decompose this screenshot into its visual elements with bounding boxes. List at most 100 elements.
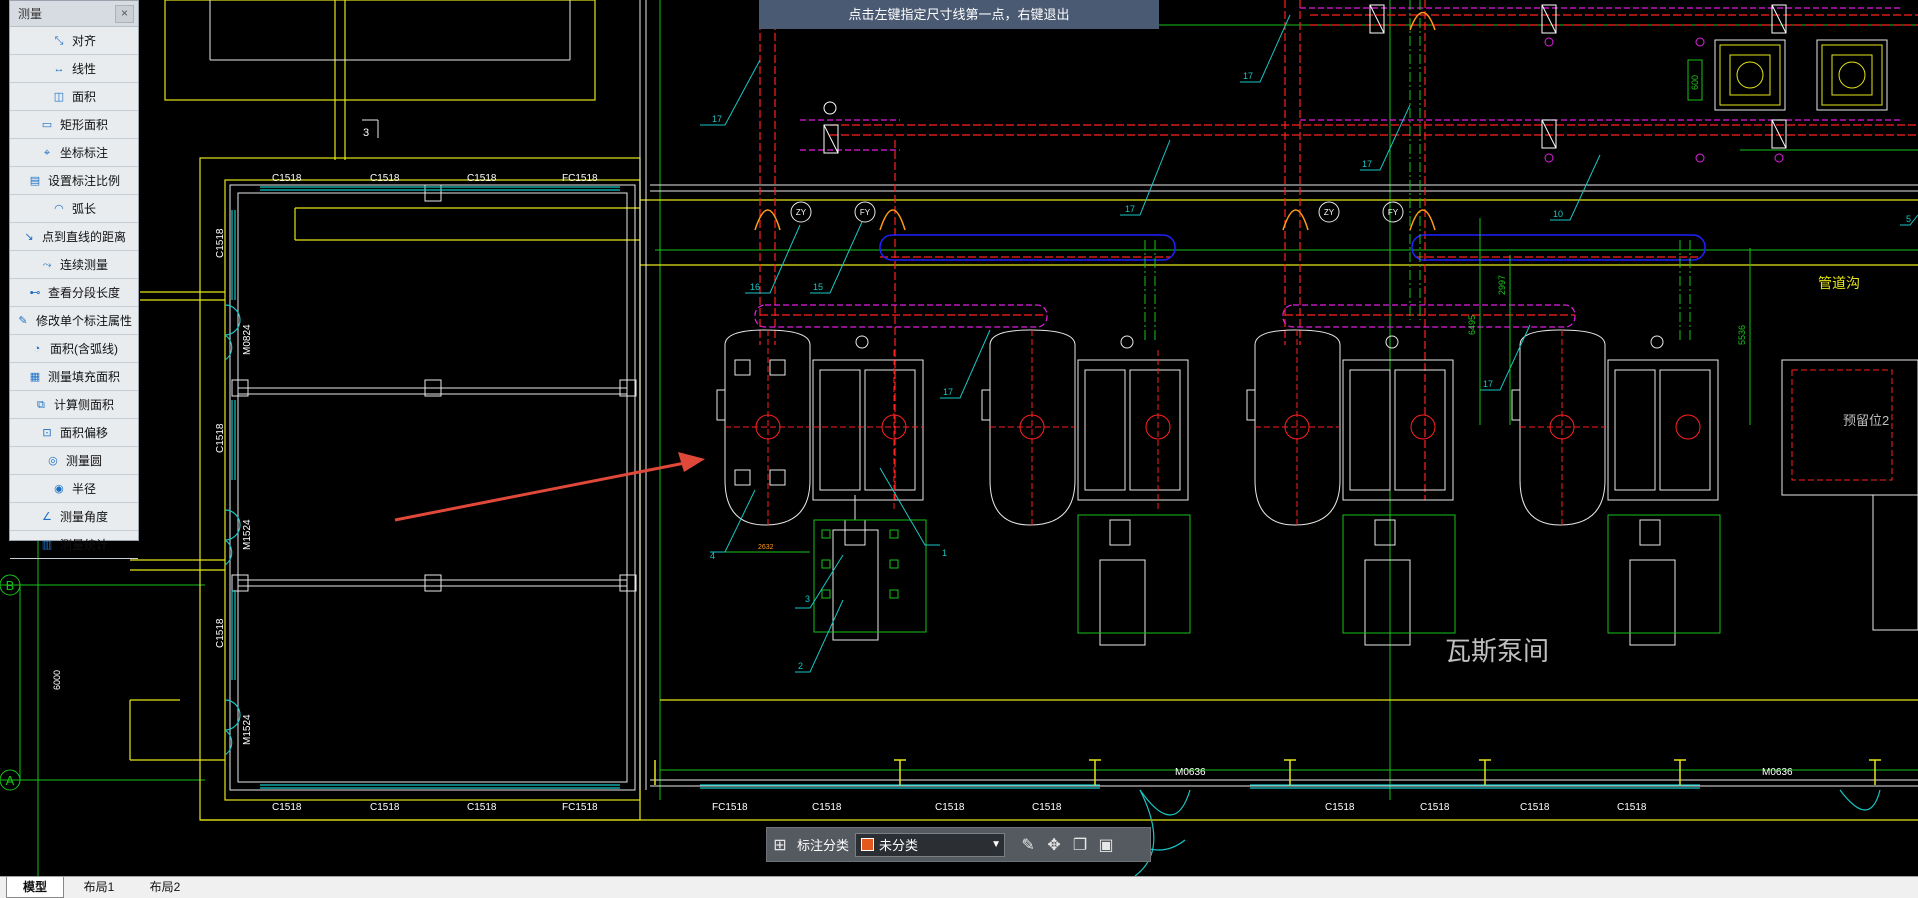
leader-label: 16 — [750, 282, 760, 292]
leader-label: 15 — [813, 282, 823, 292]
category-value: 未分类 — [879, 838, 919, 853]
tool-label: 面积 — [71, 89, 96, 104]
chevron-down-icon: ▼ — [991, 839, 1001, 850]
tool-label: 设置标注比例 — [47, 173, 120, 188]
tool-linear-dim[interactable]: ↔ 线性 — [10, 55, 138, 83]
tool-label: 点到直线的距离 — [41, 229, 126, 244]
axis-b-label: B — [6, 578, 15, 593]
measure-panel-header[interactable]: 测量 × — [10, 1, 138, 27]
tag-fy: FY — [1388, 208, 1399, 217]
measure-panel: 测量 × ⤡ 对齐 ↔ 线性 ◫ 面积 ▭ 矩形面积 ⌖ 坐标标注 ▤ 设置标注比例 ◠ 弧长 ↘ 点到直线的… — [9, 0, 139, 559]
window-label: C1518 — [370, 802, 400, 813]
window-label: FC1518 — [562, 173, 598, 184]
tool-label: 对齐 — [71, 33, 96, 48]
dim-6000: 6000 — [52, 670, 62, 690]
close-icon[interactable]: × — [115, 5, 134, 23]
tool-side-area[interactable]: ⧉ 计算侧面积 — [10, 391, 138, 419]
cad-drawing-canvas[interactable]: B A 6000 3 C1518 C1518 C1518 FC1518 C151… — [0, 0, 1918, 876]
edit-icon[interactable]: ✎ — [1015, 835, 1041, 855]
tool-label: 矩形面积 — [59, 117, 108, 132]
tool-arc-length[interactable]: ◠ 弧长 — [10, 195, 138, 223]
leader-label: 17 — [943, 387, 953, 397]
leader-label: 5 — [1906, 214, 1911, 224]
arc-area-icon: ◔ — [33, 342, 41, 355]
window-label: C1518 — [1032, 802, 1062, 813]
arc-length-icon: ◠ — [54, 202, 64, 215]
tool-segment-length[interactable]: ⊷ 查看分段长度 — [10, 279, 138, 307]
dim-5536: 5536 — [1737, 325, 1747, 345]
tool-label: 连续测量 — [59, 257, 108, 272]
tab-layout2[interactable]: 布局2 — [136, 877, 194, 897]
door-label: M1524 — [242, 714, 253, 745]
dim-600: 600 — [1690, 75, 1700, 90]
leader-label: 1 — [942, 548, 947, 558]
rect-area-icon: ▭ — [41, 118, 53, 131]
side-area-icon: ⧉ — [37, 398, 45, 411]
leader-label: 10 — [1553, 209, 1563, 219]
tab-model[interactable]: 模型 — [6, 877, 64, 898]
red-arrow-annotation — [394, 452, 705, 522]
paste-icon[interactable]: ▣ — [1093, 835, 1119, 855]
tool-radius[interactable]: ◉ 半径 — [10, 475, 138, 503]
leader-label: 17 — [1243, 71, 1253, 81]
move-icon[interactable]: ✥ — [1041, 835, 1067, 855]
hatch-area-icon: ▦ — [29, 370, 41, 383]
grid-icon[interactable]: ⊞ — [767, 835, 793, 855]
tool-label: 半径 — [71, 481, 96, 496]
window-label: C1518 — [272, 802, 302, 813]
leader-label: 4 — [710, 551, 715, 561]
tool-coordinate[interactable]: ⌖ 坐标标注 — [10, 139, 138, 167]
tool-label: 计算侧面积 — [53, 397, 114, 412]
area-icon: ◫ — [53, 90, 65, 103]
dim-2997: 2997 — [1497, 275, 1507, 295]
tool-stats[interactable]: ▥ 测量统计 — [10, 531, 138, 559]
tool-arc-area[interactable]: ◔ 面积(含弧线) — [10, 335, 138, 363]
edit-dim-icon: ✎ — [18, 314, 28, 327]
dim-6495: 6495 — [1467, 315, 1477, 335]
door-label: M0824 — [242, 324, 253, 355]
category-select[interactable]: 未分类 ▼ — [855, 832, 1006, 857]
tool-hatch-area[interactable]: ▦ 测量填充面积 — [10, 363, 138, 391]
tool-label: 面积偏移 — [59, 425, 108, 440]
linear-dim-icon: ↔ — [53, 62, 65, 75]
leader-label: 17 — [1362, 159, 1372, 169]
leader-label: 2 — [798, 661, 803, 671]
radius-icon: ◉ — [54, 482, 64, 495]
window-label: C1518 — [1420, 802, 1450, 813]
align-dim-icon: ⤡ — [54, 34, 64, 47]
tool-label: 坐标标注 — [59, 145, 108, 160]
leader-label: 17 — [1125, 204, 1135, 214]
window-label: C1518 — [272, 173, 302, 184]
stats-icon: ▥ — [41, 538, 53, 551]
tab-layout1[interactable]: 布局1 — [70, 877, 128, 897]
window-label: FC1518 — [562, 802, 598, 813]
tool-edit-dim[interactable]: ✎ 修改单个标注属性 — [10, 307, 138, 335]
tool-scale[interactable]: ▤ 设置标注比例 — [10, 167, 138, 195]
door-label: M1524 — [242, 519, 253, 550]
reserved-label: 预留位2 — [1843, 413, 1889, 428]
copy-icon[interactable]: ❐ — [1067, 835, 1093, 855]
tool-label: 线性 — [71, 61, 96, 76]
tag-fy: FY — [860, 208, 871, 217]
tool-circle[interactable]: ◎ 测量圆 — [10, 447, 138, 475]
axis-a-label: A — [6, 773, 15, 788]
tool-label: 面积(含弧线) — [50, 341, 118, 356]
area-offset-icon: ⊡ — [42, 426, 52, 439]
command-hint: 点击左键指定尺寸线第一点，右键退出 — [759, 0, 1159, 29]
scale-icon: ▤ — [29, 174, 41, 187]
tool-rect-area[interactable]: ▭ 矩形面积 — [10, 111, 138, 139]
window-label: C1518 — [1325, 802, 1355, 813]
tool-point-line[interactable]: ↘ 点到直线的距离 — [10, 223, 138, 251]
tool-label: 测量圆 — [65, 453, 102, 468]
leader-label: 3 — [805, 594, 810, 604]
tool-continuous-measure[interactable]: ⤳ 连续测量 — [10, 251, 138, 279]
tool-area-offset[interactable]: ⊡ 面积偏移 — [10, 419, 138, 447]
segment-length-icon: ⊷ — [29, 286, 41, 299]
tool-align-dim[interactable]: ⤡ 对齐 — [10, 27, 138, 55]
tool-area[interactable]: ◫ 面积 — [10, 83, 138, 111]
window-label: FC1518 — [712, 802, 748, 813]
tag-zy: ZY — [1324, 208, 1335, 217]
circle-icon: ◎ — [48, 454, 58, 467]
tool-angle[interactable]: ∠ 测量角度 — [10, 503, 138, 531]
annotation-toolbar: ⊞ 标注分类 未分类 ▼ ✎ ✥ ❐ ▣ — [766, 827, 1151, 862]
